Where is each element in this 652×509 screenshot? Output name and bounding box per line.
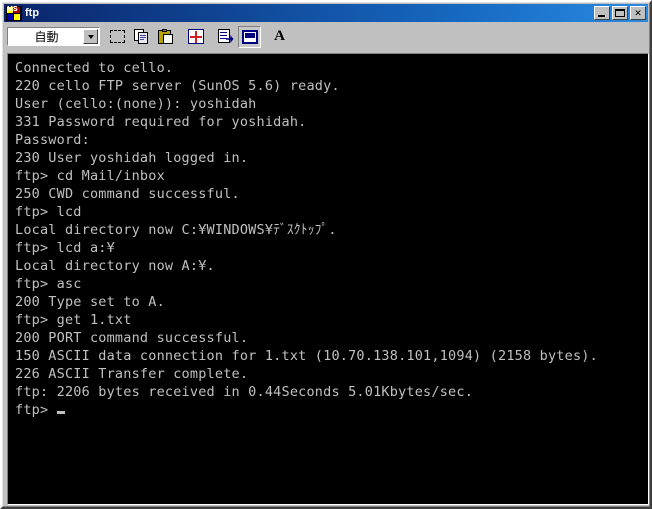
console-line: 200 Type set to A. [15, 294, 165, 310]
console-frame: Connected to cello. 220 cello FTP server … [7, 53, 649, 505]
console-line: Local directory now C:¥WINDOWS¥ﾃﾞｽｸﾄｯﾌﾟ. [15, 222, 337, 238]
properties-icon [217, 29, 234, 44]
properties-button[interactable] [214, 25, 237, 48]
title-bar[interactable]: MS ftp ✕ [4, 4, 648, 22]
font-letter-a-icon: A [274, 28, 285, 44]
chevron-down-icon[interactable] [83, 29, 98, 44]
ftp-console-window: MS ftp ✕ 自動 A Connected to cello. 220 ce… [0, 0, 652, 509]
window-title: ftp [25, 7, 40, 19]
ms-dos-prompt-icon: MS [6, 5, 22, 21]
console-line: ftp> lcd a:¥ [15, 240, 115, 256]
console-line: ftp> cd Mail/inbox [15, 168, 165, 184]
console-line: 220 cello FTP server (SunOS 5.6) ready. [15, 78, 340, 94]
console-line: 200 PORT command successful. [15, 330, 249, 346]
console-line: Local directory now A:¥. [15, 258, 215, 274]
console-line: 250 CWD command successful. [15, 186, 240, 202]
copy-button[interactable] [130, 25, 153, 48]
text-cursor [56, 411, 65, 414]
copy-icon [133, 29, 150, 44]
console-line: ftp: 2206 bytes received in 0.44Seconds … [15, 384, 474, 400]
paste-icon [157, 29, 174, 44]
console-line: ftp> lcd [15, 204, 82, 220]
console-line: ftp> get 1.txt [15, 312, 132, 328]
mark-selection-icon [110, 30, 125, 43]
console-line: ftp> [15, 401, 648, 419]
close-button[interactable]: ✕ [630, 6, 646, 20]
paste-button[interactable] [154, 25, 177, 48]
console-line: ftp> asc [15, 276, 82, 292]
mark-button[interactable] [106, 25, 129, 48]
minimize-button[interactable] [594, 6, 610, 20]
console-line: User (cello:(none)): yoshidah [15, 96, 257, 112]
background-window-icon [241, 29, 258, 44]
font-size-combo[interactable]: 自動 [7, 27, 100, 46]
console-line: Password: [15, 132, 90, 148]
console-line: 226 ASCII Transfer complete. [15, 366, 249, 382]
maximize-button[interactable] [612, 6, 628, 20]
background-button[interactable] [238, 25, 261, 48]
console-line: 150 ASCII data connection for 1.txt (10.… [15, 348, 598, 364]
close-icon: ✕ [634, 7, 642, 18]
console-line: 331 Password required for yoshidah. [15, 114, 307, 130]
font-button[interactable]: A [268, 25, 291, 48]
console-line: 230 User yoshidah logged in. [15, 150, 249, 166]
move-arrows-icon [187, 29, 204, 44]
scroll-all-button[interactable] [184, 25, 207, 48]
window-inner-frame: MS ftp ✕ 自動 A Connected to cello. 220 ce… [2, 2, 650, 507]
console-line: Connected to cello. [15, 60, 174, 76]
window-controls: ✕ [594, 6, 646, 20]
console-output[interactable]: Connected to cello. 220 cello FTP server … [8, 54, 648, 504]
toolbar: 自動 A [4, 23, 648, 50]
